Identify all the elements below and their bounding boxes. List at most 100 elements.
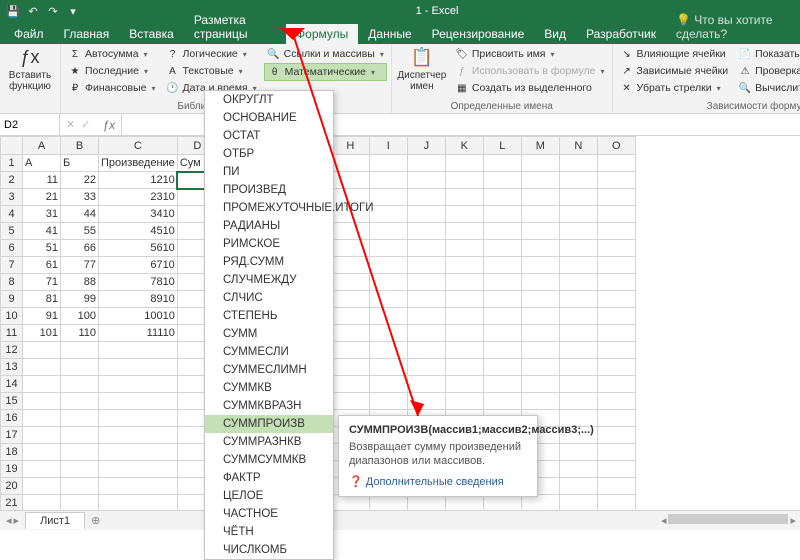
cell[interactable] (331, 359, 369, 376)
dropdown-item[interactable]: СУММКВРАЗН (205, 397, 333, 415)
cell[interactable] (483, 240, 521, 257)
trace-dependents-button[interactable]: ↗Зависимые ячейки (617, 63, 732, 79)
cell[interactable] (445, 257, 483, 274)
dropdown-item[interactable]: РАДИАНЫ (205, 217, 333, 235)
cell[interactable] (521, 376, 559, 393)
column-header[interactable]: N (559, 137, 597, 155)
cell[interactable]: 33 (61, 189, 99, 206)
cell[interactable]: 21 (23, 189, 61, 206)
row-header[interactable]: 3 (1, 189, 23, 206)
cell[interactable] (407, 325, 445, 342)
cell[interactable] (483, 376, 521, 393)
cell[interactable] (559, 393, 597, 410)
cell[interactable] (407, 189, 445, 206)
cell[interactable] (61, 427, 99, 444)
lookup-button[interactable]: 🔍Ссылки и массивы (264, 46, 387, 62)
tooltip-help-link[interactable]: Дополнительные сведения (349, 475, 527, 488)
cell[interactable] (407, 240, 445, 257)
cell[interactable] (445, 359, 483, 376)
cell[interactable] (483, 359, 521, 376)
row-header[interactable]: 7 (1, 257, 23, 274)
cell[interactable] (559, 172, 597, 189)
cell[interactable]: 99 (61, 291, 99, 308)
cell[interactable] (521, 257, 559, 274)
dropdown-item[interactable]: СЛЧИС (205, 289, 333, 307)
row-header[interactable]: 13 (1, 359, 23, 376)
row-header[interactable]: 20 (1, 478, 23, 495)
cell[interactable] (23, 444, 61, 461)
cell[interactable] (483, 342, 521, 359)
cell[interactable] (521, 495, 559, 511)
cell[interactable] (23, 342, 61, 359)
cell[interactable] (445, 291, 483, 308)
cell[interactable] (445, 172, 483, 189)
undo-icon[interactable]: ↶ (26, 4, 40, 18)
cell[interactable] (369, 274, 407, 291)
cell[interactable] (23, 376, 61, 393)
dropdown-item[interactable]: СУММРАЗНКВ (205, 433, 333, 451)
cell[interactable] (597, 359, 635, 376)
cell[interactable]: А (23, 155, 61, 172)
cell[interactable] (331, 291, 369, 308)
cell[interactable]: 11 (23, 172, 61, 189)
cell[interactable] (597, 172, 635, 189)
cell[interactable] (483, 308, 521, 325)
row-header[interactable]: 1 (1, 155, 23, 172)
cell[interactable] (99, 359, 178, 376)
cell[interactable]: 5610 (99, 240, 178, 257)
create-from-selection-button[interactable]: ▦Создать из выделенного (452, 80, 608, 96)
cell[interactable] (559, 478, 597, 495)
cell[interactable] (445, 240, 483, 257)
cell[interactable] (407, 495, 445, 511)
math-button[interactable]: θМатематические (264, 63, 387, 81)
row-header[interactable]: 16 (1, 410, 23, 427)
save-icon[interactable]: 💾 (6, 4, 20, 18)
cell[interactable] (521, 325, 559, 342)
row-header[interactable]: 8 (1, 274, 23, 291)
cell[interactable] (559, 274, 597, 291)
cell[interactable] (559, 444, 597, 461)
column-header[interactable]: C (99, 137, 178, 155)
tab-developer[interactable]: Разработчик (576, 24, 666, 44)
row-header[interactable]: 10 (1, 308, 23, 325)
row-header[interactable]: 18 (1, 444, 23, 461)
cell[interactable] (99, 478, 178, 495)
cell[interactable] (99, 393, 178, 410)
cell[interactable] (597, 223, 635, 240)
cell[interactable] (597, 376, 635, 393)
dropdown-item[interactable]: ФАКТР (205, 469, 333, 487)
cell[interactable] (445, 495, 483, 511)
cell[interactable] (99, 495, 178, 511)
row-header[interactable]: 14 (1, 376, 23, 393)
cell[interactable] (23, 427, 61, 444)
error-check-button[interactable]: ⚠Проверка наличия ошибок (735, 63, 800, 79)
qat-more-icon[interactable]: ▾ (66, 4, 80, 18)
cell[interactable] (99, 342, 178, 359)
tab-view[interactable]: Вид (534, 24, 576, 44)
cell[interactable] (99, 444, 178, 461)
column-header[interactable]: J (407, 137, 445, 155)
evaluate-formula-button[interactable]: 🔍Вычислить формулу (735, 80, 800, 96)
dropdown-item[interactable]: СУММСУММКВ (205, 451, 333, 469)
cell[interactable] (23, 478, 61, 495)
dropdown-item[interactable]: ЦЕЛОЕ (205, 487, 333, 505)
cell[interactable]: 66 (61, 240, 99, 257)
cell[interactable] (559, 495, 597, 511)
cell[interactable] (445, 274, 483, 291)
cell[interactable] (331, 155, 369, 172)
row-header[interactable]: 19 (1, 461, 23, 478)
row-header[interactable]: 6 (1, 240, 23, 257)
cell[interactable] (483, 291, 521, 308)
name-box-input[interactable] (4, 119, 55, 131)
cell[interactable] (521, 274, 559, 291)
cell[interactable] (445, 189, 483, 206)
column-header[interactable]: I (369, 137, 407, 155)
row-header[interactable]: 9 (1, 291, 23, 308)
cell[interactable] (483, 325, 521, 342)
cell[interactable]: 77 (61, 257, 99, 274)
cell[interactable] (559, 223, 597, 240)
dropdown-item[interactable]: ЧАСТНОЕ (205, 505, 333, 523)
dropdown-item[interactable]: СУММПРОИЗВ (205, 415, 333, 433)
dropdown-item[interactable]: СУММЕСЛИМН (205, 361, 333, 379)
cell[interactable] (331, 240, 369, 257)
